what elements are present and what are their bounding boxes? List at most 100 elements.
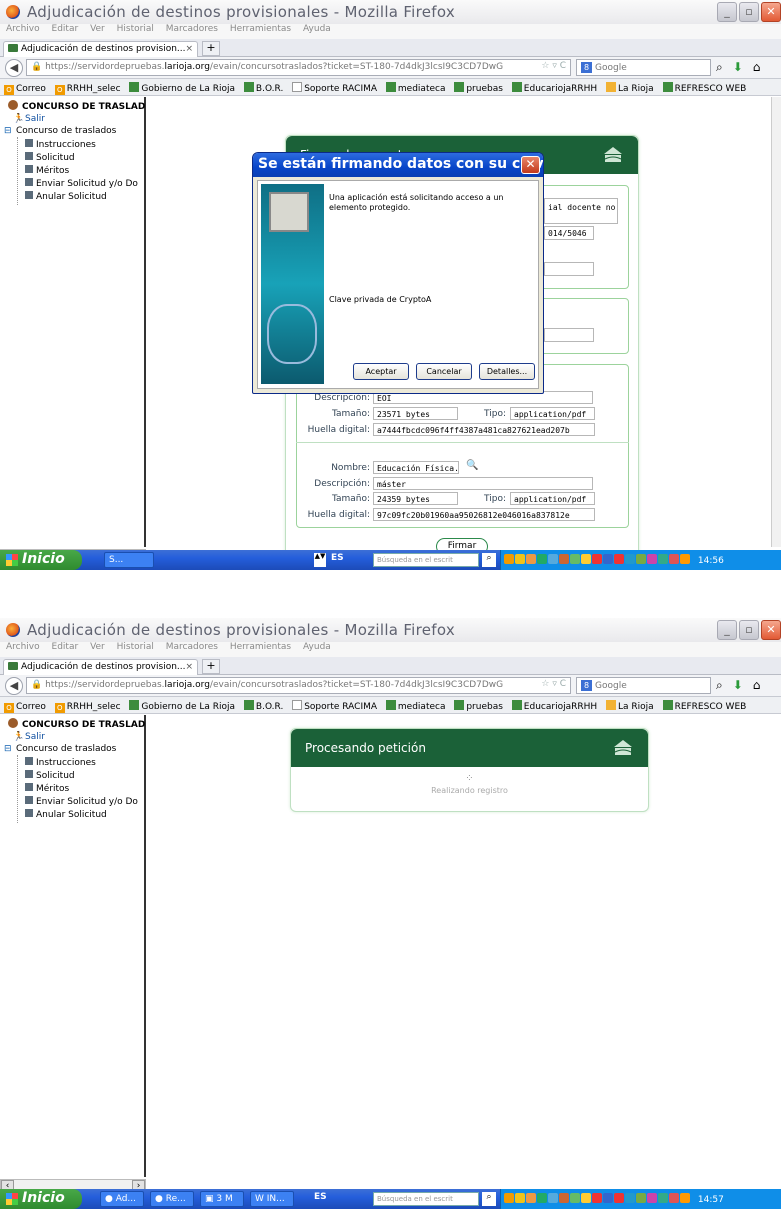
sidebar-item-instrucciones[interactable]: Instrucciones [25,139,96,150]
bookmark-refresco-web[interactable]: REFRESCO WEB [662,82,746,94]
url-controls[interactable]: ☆ ▿ C [541,679,566,689]
menu-marcadores[interactable]: Marcadores [166,642,218,652]
dialog-close-button[interactable]: ✕ [521,156,540,174]
back-button[interactable]: ◀ [5,677,23,695]
bookmark-correo[interactable]: O Correo [4,84,46,95]
bookmark-educariojarrhh[interactable]: EducariojaRRHH [511,82,597,94]
start-button[interactable]: Inicio [0,550,82,570]
desktop-search-icon[interactable]: ⌕ [482,553,496,567]
close-window-button[interactable]: ✕ [761,620,781,640]
bookmark-la-rioja[interactable]: La Rioja [606,700,654,712]
minimize-button[interactable]: _ [717,620,737,640]
sidebar-item-solicitud[interactable]: Solicitud [25,770,75,781]
sidebar-item-meritos[interactable]: Méritos [25,783,69,794]
tab-close-icon[interactable]: × [185,44,193,54]
taskbar-item-firefox[interactable]: ● Ad... [100,1191,144,1207]
sidebar-item-enviar[interactable]: Enviar Solicitud y/o Do [25,796,138,807]
sidebar-item-anular[interactable]: Anular Solicitud [25,191,107,202]
bookmark-refresco-web[interactable]: REFRESCO WEB [662,700,746,712]
url-bar[interactable]: 🔒 https://servidordepruebas.larioja.org/… [26,59,571,76]
aceptar-button[interactable]: Aceptar [353,363,409,380]
menu-herramientas[interactable]: Herramientas [230,24,291,34]
sidebar: CONCURSO DE TRASLAD 🏃Salir ⊟ Concurso de … [0,715,146,1177]
bookmark-gobierno[interactable]: Gobierno de La Rioja [129,700,235,712]
desktop-search-input[interactable]: Búsqueda en el escrit [373,553,479,567]
taskbar-item-chrome[interactable]: ● Re... [150,1191,194,1207]
bookmark-rrhh-selec[interactable]: O RRHH_selec [54,702,121,713]
menu-historial[interactable]: Historial [117,24,154,34]
menu-ayuda[interactable]: Ayuda [303,24,331,34]
taskbar-item-word[interactable]: W IN... [250,1191,294,1207]
tab-title: Adjudicación de destinos provision... [21,44,186,54]
desktop-search-icon[interactable]: ⌕ [482,1192,496,1206]
bookmark-rrhh-selec[interactable]: O RRHH_selec [54,84,121,95]
window-title: Adjudicación de destinos provisionales -… [27,3,456,21]
bookmark-bor[interactable]: B.O.R. [243,700,283,712]
menu-archivo[interactable]: Archivo [6,642,40,652]
bookmark-soporte-racima[interactable]: Soporte RACIMA [292,700,377,712]
bookmark-bor[interactable]: B.O.R. [243,82,283,94]
sidebar-item-anular[interactable]: Anular Solicitud [25,809,107,820]
close-window-button[interactable]: ✕ [761,2,781,22]
bookmark-soporte-racima[interactable]: Soporte RACIMA [292,82,377,94]
menu-editar[interactable]: Editar [52,24,79,34]
home-icon[interactable]: ⌂ [753,678,761,692]
sidebar-folder-concurso[interactable]: ⊟ Concurso de traslados [4,744,116,754]
language-indicator[interactable]: ES [314,1192,327,1202]
search-box[interactable]: 8 Google [576,59,711,76]
home-icon[interactable]: ⌂ [753,60,761,74]
lang-spinner-icon[interactable]: ▲▼ [314,553,326,567]
search-engine-icon[interactable]: 8 [581,680,592,691]
menu-marcadores[interactable]: Marcadores [166,24,218,34]
sidebar-item-salir[interactable]: 🏃Salir [13,732,45,742]
vertical-scrollbar[interactable] [771,97,781,547]
new-tab-button[interactable]: + [202,41,220,56]
tab-close-icon[interactable]: × [185,662,193,672]
search-magnifier-icon[interactable]: ⌕ [716,60,723,74]
menu-archivo[interactable]: Archivo [6,24,40,34]
download-icon[interactable]: ⬇ [733,60,743,74]
bookmark-pruebas[interactable]: pruebas [454,700,503,712]
bookmark-pruebas[interactable]: pruebas [454,82,503,94]
start-button[interactable]: Inicio [0,1189,82,1209]
sidebar-item-salir[interactable]: 🏃Salir [13,114,45,124]
cancelar-button[interactable]: Cancelar [416,363,472,380]
doc2-hash-field: 97c09fc20b01960aa95026812e046016a837812e [373,508,595,521]
bookmark-educariojarrhh[interactable]: EducariojaRRHH [511,700,597,712]
maximize-button[interactable]: ▫ [739,620,759,640]
sidebar-item-instrucciones[interactable]: Instrucciones [25,757,96,768]
sidebar-folder-concurso[interactable]: ⊟ Concurso de traslados [4,126,116,136]
language-indicator[interactable]: ES [331,553,344,563]
new-tab-button[interactable]: + [202,659,220,674]
search-box[interactable]: 8 Google [576,677,711,694]
download-icon[interactable]: ⬇ [733,678,743,692]
taskbar-item-app[interactable]: S... [104,552,154,568]
url-controls[interactable]: ☆ ▿ C [541,61,566,71]
view-document-icon[interactable]: 🔍 [466,460,478,471]
bookmark-mediateca[interactable]: mediateca [385,82,445,94]
menu-ayuda[interactable]: Ayuda [303,642,331,652]
detalles-button[interactable]: Detalles... [479,363,535,380]
sidebar-item-solicitud[interactable]: Solicitud [25,152,75,163]
sidebar-item-meritos[interactable]: Méritos [25,165,69,176]
menu-ver[interactable]: Ver [90,24,105,34]
url-bar[interactable]: 🔒 https://servidordepruebas.larioja.org/… [26,677,571,694]
search-magnifier-icon[interactable]: ⌕ [716,678,723,692]
menu-editar[interactable]: Editar [52,642,79,652]
desktop-search-input[interactable]: Búsqueda en el escrit [373,1192,479,1206]
bookmark-correo[interactable]: O Correo [4,702,46,713]
bookmark-la-rioja[interactable]: La Rioja [606,82,654,94]
menu-historial[interactable]: Historial [117,642,154,652]
bookmark-gobierno[interactable]: Gobierno de La Rioja [129,82,235,94]
search-engine-icon[interactable]: 8 [581,62,592,73]
taskbar-item-outlook[interactable]: ▣ 3 M [200,1191,244,1207]
bookmark-mediateca[interactable]: mediateca [385,700,445,712]
tab-adjudicacion[interactable]: Adjudicación de destinos provision... × [3,659,198,675]
menu-ver[interactable]: Ver [90,642,105,652]
sidebar-item-enviar[interactable]: Enviar Solicitud y/o Do [25,178,138,189]
back-button[interactable]: ◀ [5,59,23,77]
maximize-button[interactable]: ▫ [739,2,759,22]
tab-adjudicacion[interactable]: Adjudicación de destinos provision... × [3,41,198,57]
menu-herramientas[interactable]: Herramientas [230,642,291,652]
minimize-button[interactable]: _ [717,2,737,22]
